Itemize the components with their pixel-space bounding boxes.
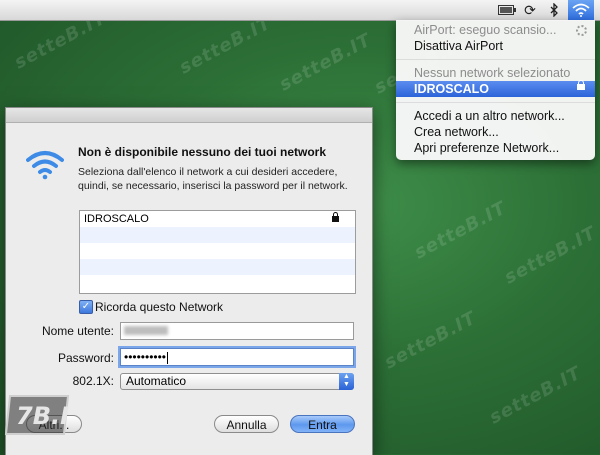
menu-bar: ⟳ bbox=[0, 0, 600, 21]
watermark: setteB.IT bbox=[175, 12, 275, 79]
dialog-titlebar bbox=[6, 108, 372, 123]
network-item-idroscalo[interactable]: IDROSCALO bbox=[396, 80, 595, 97]
username-field[interactable] bbox=[120, 322, 354, 340]
auth-select-value: Automatico bbox=[126, 374, 187, 388]
password-label: Password: bbox=[57, 351, 114, 365]
svg-text:7B.I: 7B.I bbox=[16, 402, 69, 430]
remember-network-label: Ricorda questo Network bbox=[95, 300, 224, 314]
password-value: •••••••••• bbox=[124, 350, 167, 364]
join-other-network-item[interactable]: Accedi a un altro network... bbox=[396, 108, 595, 124]
list-item bbox=[80, 243, 355, 259]
no-network-item: Nessun network selezionato bbox=[414, 66, 571, 80]
sync-icon[interactable]: ⟳ bbox=[520, 2, 540, 18]
dialog-description: Seleziona dall'elenco il network a cui d… bbox=[78, 166, 348, 192]
airport-status: AirPort: eseguo scansio... bbox=[396, 22, 595, 38]
network-item-label: IDROSCALO bbox=[414, 82, 489, 96]
auth-select[interactable]: Automatico ▲ ▼ bbox=[120, 373, 354, 390]
remember-network-checkbox[interactable]: ✓ bbox=[79, 300, 93, 314]
create-network-item[interactable]: Crea network... bbox=[396, 124, 595, 140]
open-network-prefs-item[interactable]: Apri preferenze Network... bbox=[396, 140, 595, 156]
wifi-icon bbox=[26, 148, 64, 180]
disable-airport-item[interactable]: Disattiva AirPort bbox=[396, 38, 595, 54]
username-label: Nome utente: bbox=[41, 324, 114, 338]
network-name: IDROSCALO bbox=[84, 213, 149, 225]
redacted-username bbox=[124, 326, 168, 335]
watermark: setteB.IT bbox=[380, 307, 480, 374]
battery-icon[interactable] bbox=[497, 2, 517, 18]
list-item bbox=[80, 275, 355, 291]
list-item bbox=[80, 259, 355, 275]
airport-menu: AirPort: eseguo scansio... Disattiva Air… bbox=[396, 20, 595, 160]
watermark: setteB.IT bbox=[485, 362, 585, 429]
watermark: setteB.IT bbox=[275, 29, 375, 96]
dialog-title: Non è disponibile nessuno dei tuoi netwo… bbox=[78, 145, 327, 159]
cancel-button[interactable]: Annulla bbox=[214, 415, 279, 433]
wifi-icon[interactable] bbox=[568, 0, 594, 20]
join-button[interactable]: Entra bbox=[290, 415, 355, 433]
airport-status-label: AirPort: eseguo scansio... bbox=[414, 23, 557, 37]
select-arrows-icon: ▲ ▼ bbox=[339, 373, 354, 390]
password-field[interactable]: •••••••••• bbox=[120, 348, 354, 366]
network-row-idroscalo[interactable]: IDROSCALO bbox=[80, 211, 355, 227]
network-list[interactable]: IDROSCALO bbox=[79, 210, 356, 294]
auth-label: 802.1X: bbox=[72, 374, 114, 388]
bluetooth-icon[interactable] bbox=[546, 2, 562, 18]
spinner-icon bbox=[576, 25, 587, 36]
watermark: setteB.IT bbox=[500, 222, 600, 289]
lock-icon bbox=[577, 80, 585, 90]
site-logo: 7B.I bbox=[2, 392, 72, 438]
watermark: setteB.IT bbox=[410, 197, 510, 264]
menu-separator bbox=[396, 102, 595, 103]
lock-icon bbox=[332, 212, 339, 222]
text-caret bbox=[167, 351, 169, 364]
menu-separator bbox=[396, 59, 595, 60]
list-item bbox=[80, 227, 355, 243]
